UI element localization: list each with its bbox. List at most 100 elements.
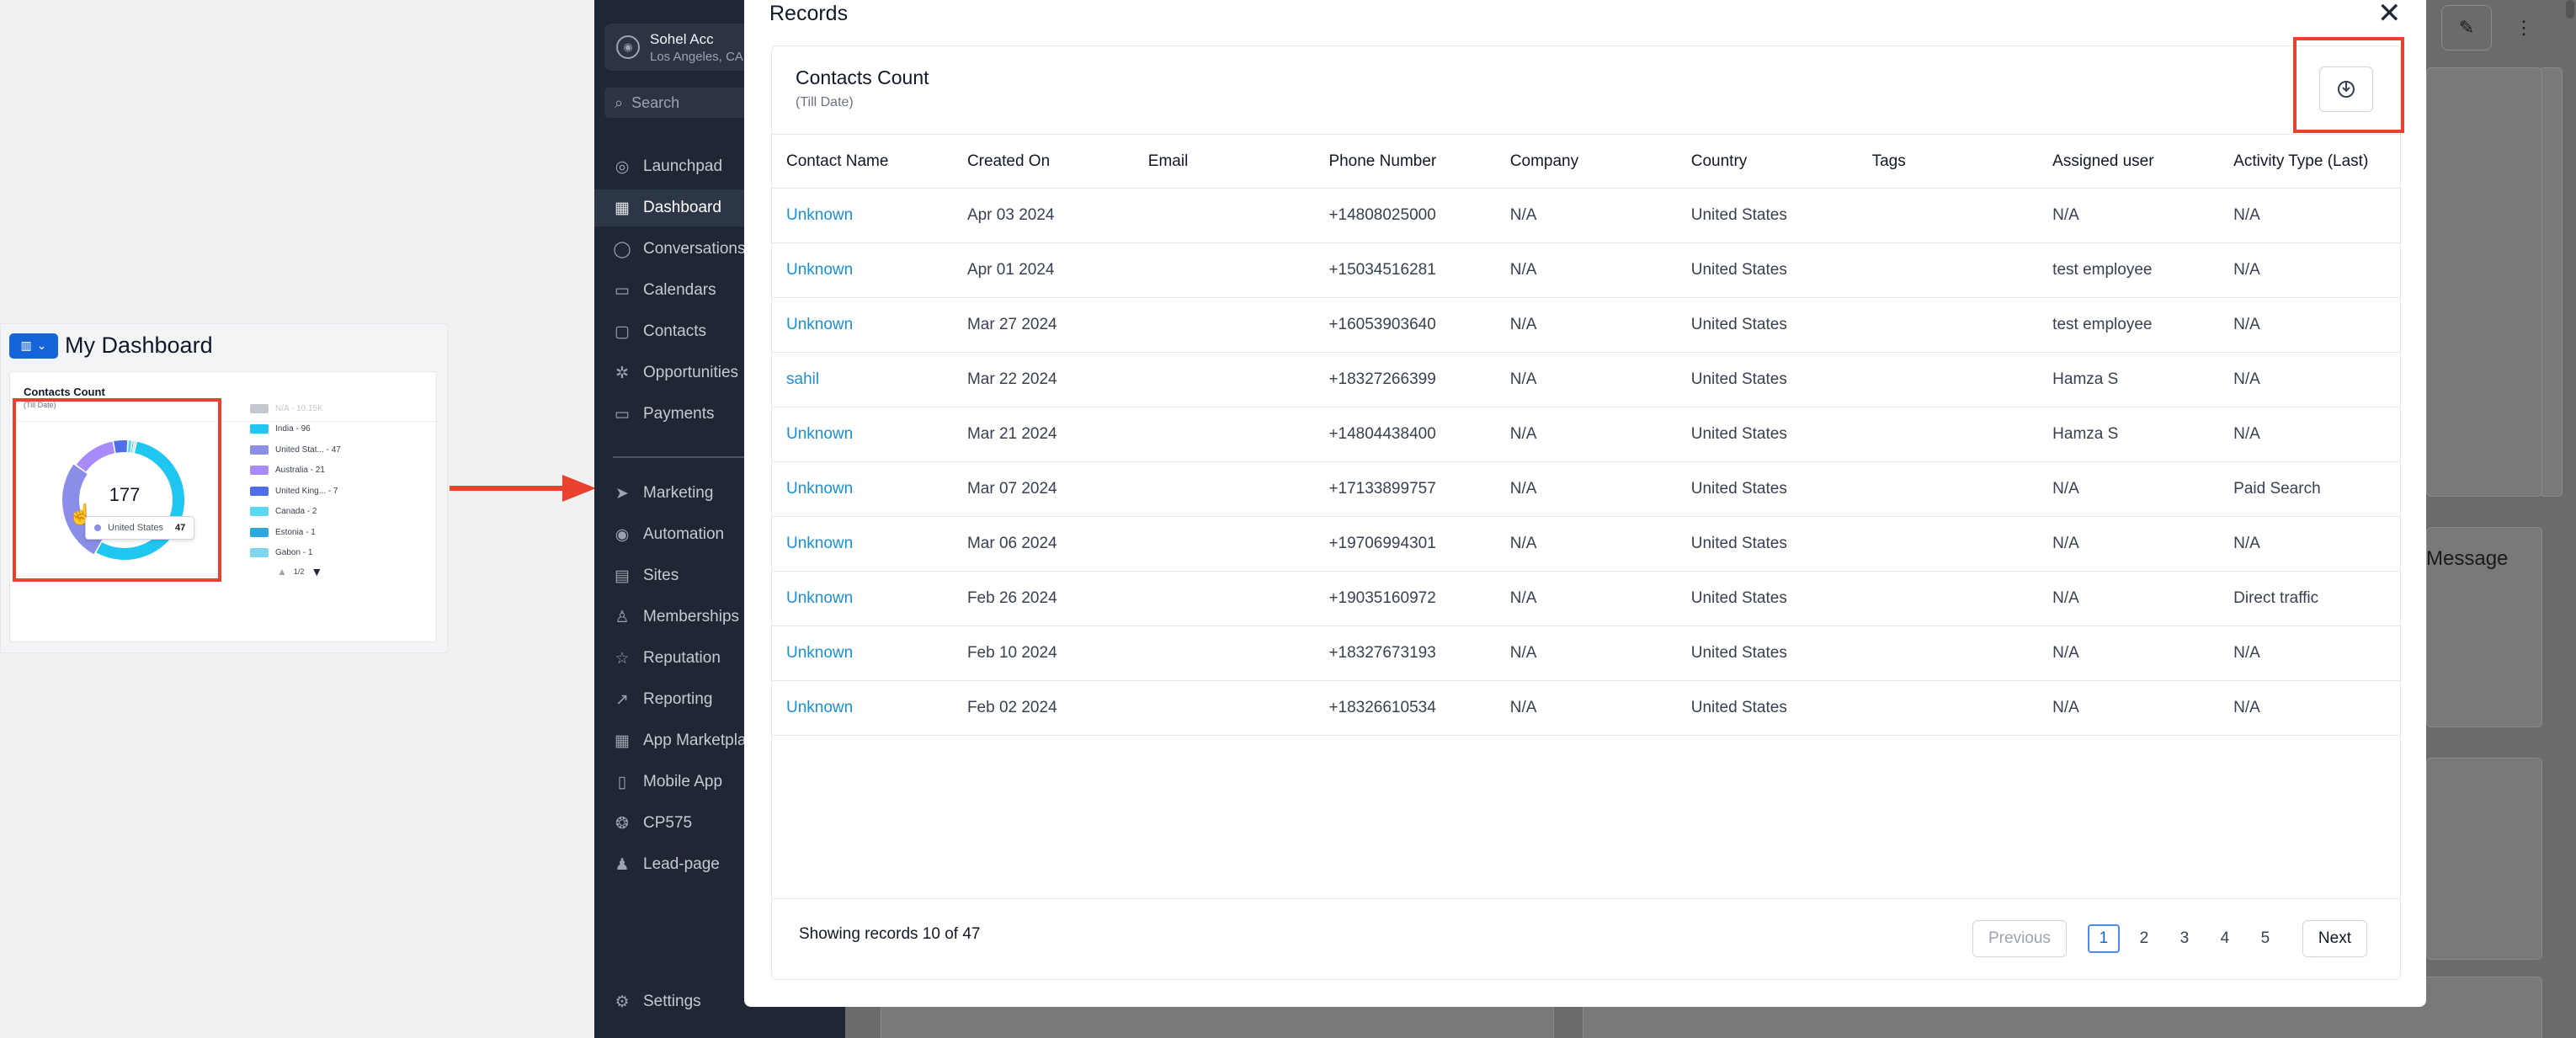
page-2-button[interactable]: 2 xyxy=(2128,924,2160,953)
table-cell xyxy=(1133,461,1315,517)
sidebar-item-label: Memberships xyxy=(643,608,740,625)
wechat-icon: ❂ xyxy=(615,814,629,833)
legend-swatch xyxy=(250,527,269,537)
table-cell: N/A xyxy=(1495,352,1677,407)
next-page-button[interactable]: Next xyxy=(2302,920,2367,957)
legend-item[interactable]: United Stat... - 47 xyxy=(250,439,341,460)
star-icon: ☆ xyxy=(615,649,630,668)
sidebar-item-label: Payments xyxy=(643,405,715,423)
layout-icon: ▥ xyxy=(20,338,32,352)
legend-swatch xyxy=(250,548,269,558)
triangle-up-icon[interactable]: ▲ xyxy=(277,566,287,578)
contact-name-link[interactable]: Unknown xyxy=(772,407,953,462)
sites-icon: ▤ xyxy=(615,567,630,585)
widget-title: Contacts Count xyxy=(24,386,105,398)
sidebar-item-label: Lead-page xyxy=(643,855,720,873)
donut-segment-united-kingdom[interactable] xyxy=(114,440,128,453)
donut-segment-australia[interactable] xyxy=(76,441,115,472)
tooltip-label: United States xyxy=(108,523,164,533)
table-cell: N/A xyxy=(1495,571,1677,626)
account-name: Sohel Acc xyxy=(650,30,714,47)
table-cell xyxy=(1133,625,1315,681)
chart-tooltip: United States 47 xyxy=(85,516,195,540)
background-card xyxy=(2426,67,2542,497)
table-cell xyxy=(1133,571,1315,626)
more-options-button[interactable]: ⋮ xyxy=(2499,5,2549,51)
calendar-icon: ▭ xyxy=(615,281,630,300)
table-row: Unknown Mar 07 2024 +17133899757 N/A United … xyxy=(772,461,2400,517)
legend-item[interactable]: N/A - 10.15K xyxy=(250,398,341,419)
sidebar-item-label: Settings xyxy=(643,993,701,1010)
apps-icon: ▦ xyxy=(615,732,630,750)
table-cell: N/A xyxy=(1495,516,1677,572)
contact-name-link[interactable]: Unknown xyxy=(772,625,953,681)
sidebar-item-label: CP575 xyxy=(643,814,693,832)
contact-name-link[interactable]: Unknown xyxy=(772,242,953,298)
chart-icon: ↗ xyxy=(615,690,629,709)
table-row: Unknown Mar 06 2024 +19706994301 N/A United … xyxy=(772,516,2400,572)
page-1-button[interactable]: 1 xyxy=(2087,924,2120,953)
layout-toggle-button[interactable]: ▥ ⌄ xyxy=(9,333,58,359)
page-3-button[interactable]: 3 xyxy=(2169,924,2201,953)
thumbnail-header: ▥ ⌄ My Dashboard xyxy=(9,333,213,359)
table-cell: Feb 02 2024 xyxy=(952,680,1134,736)
page-numbers: 12345 xyxy=(2084,924,2286,953)
previous-page-button[interactable]: Previous xyxy=(1972,920,2067,957)
triangle-down-icon[interactable]: ▼ xyxy=(311,565,322,578)
background-card xyxy=(2426,758,2542,960)
pencil-icon: ✎ xyxy=(2458,17,2475,38)
table-cell: United States xyxy=(1676,461,1858,517)
legend-page-indicator: 1/2 xyxy=(293,567,305,576)
legend-item[interactable]: United King... - 7 xyxy=(250,481,341,502)
column-header: Country xyxy=(1676,134,1858,189)
legend-label: Gabon - 1 xyxy=(275,548,313,558)
table-cell: N/A xyxy=(2038,188,2220,243)
legend-label: United King... - 7 xyxy=(275,486,338,496)
page-scrollbar[interactable] xyxy=(2566,0,2574,19)
table-cell: United States xyxy=(1676,352,1858,407)
sidebar-item-label: Conversations xyxy=(643,240,746,258)
sidebar-item-label: Automation xyxy=(643,525,725,543)
table-cell: +18327266399 xyxy=(1314,352,1496,407)
contact-name-link[interactable]: sahil xyxy=(772,352,953,407)
table-row: Unknown Feb 10 2024 +18327673193 N/A United … xyxy=(772,625,2400,681)
table-cell xyxy=(1133,680,1315,736)
close-button[interactable]: ✕ xyxy=(2377,0,2402,30)
chart-legend: N/A - 10.15K India - 96 United Stat... - 4… xyxy=(250,398,341,578)
legend-item[interactable]: Australia - 21 xyxy=(250,460,341,482)
edit-button[interactable]: ✎ xyxy=(2441,5,2492,51)
table-cell xyxy=(1857,516,2039,572)
contact-name-link[interactable]: Unknown xyxy=(772,571,953,626)
table-row: Unknown Feb 02 2024 +18326610534 N/A United … xyxy=(772,680,2400,736)
table-cell xyxy=(1133,297,1315,353)
table-header-row: Contact Name Created On Email Phone Number C… xyxy=(772,134,2400,189)
page-5-button[interactable]: 5 xyxy=(2249,924,2281,953)
legend-item[interactable]: Gabon - 1 xyxy=(250,543,341,564)
column-header: Contact Name xyxy=(772,134,953,189)
table-cell xyxy=(1133,188,1315,243)
legend-item[interactable]: India - 96 xyxy=(250,419,341,440)
contact-name-link[interactable]: Unknown xyxy=(772,516,953,572)
table-cell: +14808025000 xyxy=(1314,188,1496,243)
contact-name-link[interactable]: Unknown xyxy=(772,680,953,736)
table-cell: Feb 10 2024 xyxy=(952,625,1134,681)
contact-name-link[interactable]: Unknown xyxy=(772,297,953,353)
legend-item[interactable]: Canada - 2 xyxy=(250,502,341,523)
table-cell: test employee xyxy=(2038,297,2220,353)
sidebar-item-label: Marketing xyxy=(643,484,714,502)
page-4-button[interactable]: 4 xyxy=(2209,924,2241,953)
table-cell: Mar 07 2024 xyxy=(952,461,1134,517)
table-cell: Mar 22 2024 xyxy=(952,352,1134,407)
table-row: sahil Mar 22 2024 +18327266399 N/A United St… xyxy=(772,352,2400,407)
legend-label: United Stat... - 47 xyxy=(275,444,341,455)
phone-icon: ▯ xyxy=(617,773,627,791)
tooltip-value: 47 xyxy=(175,523,186,533)
legend-item[interactable]: Estonia - 1 xyxy=(250,522,341,543)
legend-swatch xyxy=(250,424,269,434)
table-cell: N/A xyxy=(2219,680,2400,736)
panel-title: Contacts Count xyxy=(796,67,929,88)
contact-name-link[interactable]: Unknown xyxy=(772,188,953,243)
legend-label: India - 96 xyxy=(275,424,311,434)
contact-name-link[interactable]: Unknown xyxy=(772,461,953,517)
table-cell xyxy=(1857,242,2039,298)
